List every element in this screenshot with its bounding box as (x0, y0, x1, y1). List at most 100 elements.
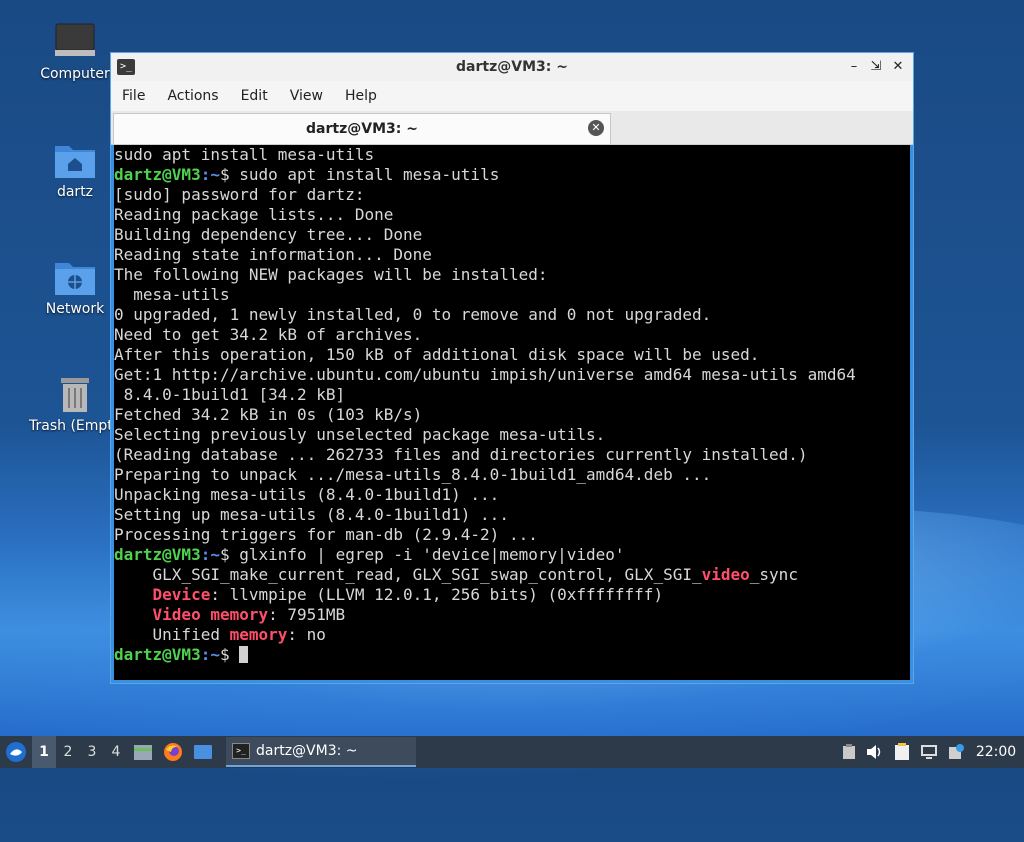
terminal-cursor (239, 646, 249, 663)
output-text: _sync (749, 565, 798, 584)
show-desktop-launcher[interactable] (188, 736, 218, 768)
notes-icon[interactable] (894, 743, 910, 761)
desktop-icon-trash[interactable]: Trash (Empty) (29, 374, 127, 434)
prompt-symbol: $ (219, 165, 230, 184)
minimize-button[interactable]: – (845, 58, 863, 76)
terminal-line: Unpacking mesa-utils (8.4.0-1build1) ... (114, 485, 500, 504)
grep-match: Device (152, 585, 211, 604)
system-tray: 22:00 (842, 743, 1024, 761)
terminal-icon[interactable]: >_ (117, 59, 135, 75)
terminal-line: Fetched 34.2 kB in 0s (103 kB/s) (114, 405, 423, 424)
grep-match: memory (229, 625, 288, 644)
firefox-launcher[interactable] (158, 736, 188, 768)
tab-label: dartz@VM3: ~ (306, 121, 418, 137)
desktop-icon-network[interactable]: Network (29, 257, 121, 317)
output-text: : no (287, 625, 326, 644)
desktop-icon-label: Computer (40, 66, 110, 82)
terminal-line: sudo apt install mesa-utils (114, 145, 375, 164)
output-text: : 7951MB (268, 605, 346, 624)
update-icon[interactable] (948, 744, 964, 760)
volume-icon[interactable] (866, 744, 884, 760)
terminal-line: Selecting previously unselected package … (114, 425, 606, 444)
prompt-path: :~ (200, 645, 220, 664)
tab-bar: dartz@VM3: ~ ✕ (111, 111, 913, 145)
terminal-line: 0 upgraded, 1 newly installed, 0 to remo… (114, 305, 712, 324)
terminal-line: After this operation, 150 kB of addition… (114, 345, 760, 364)
terminal-line: Reading state information... Done (114, 245, 432, 264)
prompt-path: :~ (200, 545, 220, 564)
app-menu-button[interactable] (0, 736, 32, 768)
prompt-path: :~ (200, 165, 220, 184)
menu-view[interactable]: View (279, 88, 334, 104)
menu-help[interactable]: Help (334, 88, 388, 104)
terminal-line: Setting up mesa-utils (8.4.0-1build1) ..… (114, 505, 509, 524)
terminal-tab[interactable]: dartz@VM3: ~ ✕ (113, 113, 611, 144)
computer-icon (55, 23, 95, 56)
terminal-window: >_ dartz@VM3: ~ – ⇲ ✕ File Actions Edit … (110, 52, 914, 684)
terminal-line: Processing triggers for man-db (2.9.4-2)… (114, 525, 538, 544)
grep-match: video (701, 565, 750, 584)
terminal-line: Unified memory: no (114, 625, 910, 645)
terminal-icon: >_ (232, 743, 250, 759)
desktop-icon-label: Trash (Empty) (29, 418, 127, 434)
network-icon[interactable] (920, 744, 938, 760)
prompt-command: glxinfo | egrep -i 'device|memory|video' (229, 545, 625, 564)
desktop-icon (194, 745, 212, 759)
file-manager-icon (134, 745, 152, 760)
workspace-1[interactable]: 1 (32, 736, 56, 768)
desktop-icon-label: dartz (56, 184, 94, 200)
task-button-terminal[interactable]: >_ dartz@VM3: ~ (226, 737, 416, 767)
terminal-line: Preparing to unpack .../mesa-utils_8.4.0… (114, 465, 712, 484)
desktop-icon-computer[interactable]: Computer (29, 22, 121, 82)
task-button-label: dartz@VM3: ~ (256, 743, 358, 759)
desktop-icon-home[interactable]: dartz (29, 140, 121, 200)
desktop-icon-label: Network (45, 301, 105, 317)
prompt-command (230, 645, 240, 664)
terminal-output[interactable]: sudo apt install mesa-utils dartz@VM3:~$ … (114, 145, 910, 680)
terminal-line: dartz@VM3:~$ (114, 645, 910, 665)
terminal-line: 8.4.0-1build1 [34.2 kB] (114, 385, 346, 404)
terminal-line: dartz@VM3:~$ glxinfo | egrep -i 'device|… (114, 545, 910, 565)
prompt-symbol: $ (219, 645, 230, 664)
output-text: : llvmpipe (LLVM 12.0.1, 256 bits) (0xff… (210, 585, 664, 604)
prompt-symbol: $ (219, 545, 230, 564)
terminal-line: [sudo] password for dartz: (114, 185, 365, 204)
terminal-line: Reading package lists... Done (114, 205, 394, 224)
title-bar[interactable]: >_ dartz@VM3: ~ – ⇲ ✕ (111, 53, 913, 81)
prompt-user: dartz@VM3 (114, 165, 201, 184)
terminal-line: Need to get 34.2 kB of archives. (114, 325, 423, 344)
output-text: GLX_SGI_make_current_read, GLX_SGI_swap_… (114, 565, 702, 584)
prompt-user: dartz@VM3 (114, 645, 201, 664)
workspace-3[interactable]: 3 (80, 736, 104, 768)
terminal-line: Get:1 http://archive.ubuntu.com/ubuntu i… (114, 365, 856, 384)
tab-close-icon[interactable]: ✕ (588, 120, 604, 136)
window-title: dartz@VM3: ~ (456, 59, 568, 75)
terminal-line: dartz@VM3:~$ sudo apt install mesa-utils (114, 165, 910, 185)
close-button[interactable]: ✕ (889, 58, 907, 76)
home-folder-icon (55, 146, 95, 178)
menu-bar: File Actions Edit View Help (111, 81, 913, 111)
output-text: Unified (114, 625, 230, 644)
terminal-line: GLX_SGI_make_current_read, GLX_SGI_swap_… (114, 565, 910, 585)
menu-file[interactable]: File (111, 88, 156, 104)
taskbar: 1 2 3 4 >_ dartz@VM3: ~ 22:00 (0, 736, 1024, 768)
menu-actions[interactable]: Actions (156, 88, 229, 104)
terminal-line: mesa-utils (114, 285, 230, 304)
file-manager-launcher[interactable] (128, 736, 158, 768)
lubuntu-logo-icon (6, 742, 26, 762)
terminal-line: The following NEW packages will be insta… (114, 265, 548, 284)
maximize-button[interactable]: ⇲ (867, 58, 885, 76)
grep-match: Video memory (152, 605, 269, 624)
clipboard-icon[interactable] (842, 744, 856, 760)
clock[interactable]: 22:00 (974, 744, 1018, 760)
menu-edit[interactable]: Edit (230, 88, 279, 104)
network-folder-icon (55, 263, 95, 295)
workspace-4[interactable]: 4 (104, 736, 128, 768)
trash-icon (61, 378, 89, 412)
terminal-line: (Reading database ... 262733 files and d… (114, 445, 808, 464)
prompt-user: dartz@VM3 (114, 545, 201, 564)
terminal-line: Device: llvmpipe (LLVM 12.0.1, 256 bits)… (114, 585, 910, 605)
workspace-2[interactable]: 2 (56, 736, 80, 768)
